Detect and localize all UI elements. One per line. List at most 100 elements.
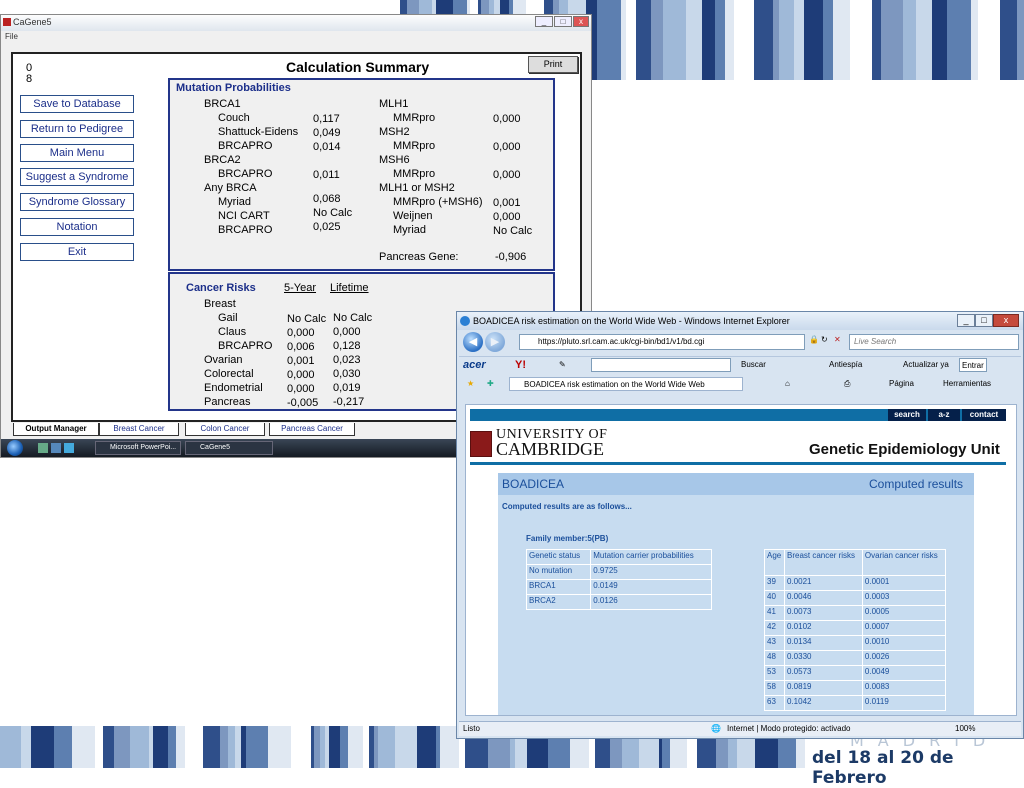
cambridge-crest-icon <box>470 431 492 457</box>
table-cell: 0.0003 <box>861 590 947 606</box>
pancreas-gene-label: Pancreas Gene: <box>379 251 459 263</box>
nav-az-link[interactable]: a-z <box>928 409 960 421</box>
notation-button[interactable]: Notation <box>20 218 134 236</box>
window-title: CaGene5 <box>13 17 52 27</box>
window-title: BOADICEA risk estimation on the World Wi… <box>473 316 790 326</box>
tab-boadicea[interactable]: BOADICEA risk estimation on the World Wi… <box>509 377 743 391</box>
table-header-row: Age Breast cancer risks Ovarian cancer r… <box>764 549 947 576</box>
table-row: 53 0.0573 0.0049 <box>764 665 947 681</box>
quicklaunch-ie-icon[interactable] <box>64 443 74 453</box>
model-value: 0,117 <box>313 113 340 125</box>
family-member-label: Family member:5(PB) <box>526 534 609 543</box>
table-row: 58 0.0819 0.0083 <box>764 680 947 696</box>
ie-titlebar: BOADICEA risk estimation on the World Wi… <box>457 312 1023 330</box>
maximize-icon[interactable]: □ <box>975 314 993 327</box>
risk-lifetime: 0,019 <box>333 382 361 394</box>
model-label: Weijnen <box>393 210 433 222</box>
table-cell: 39 <box>764 575 785 591</box>
quicklaunch-desktop-icon[interactable] <box>38 443 48 453</box>
close-icon[interactable]: x <box>993 314 1019 327</box>
herramientas-menu[interactable]: Herramientas <box>943 377 991 391</box>
model-label: BRCAPRO <box>218 224 273 236</box>
ie-window: BOADICEA risk estimation on the World Wi… <box>456 311 1024 739</box>
menu-file[interactable]: File <box>1 31 591 43</box>
column-header: Age <box>764 549 785 576</box>
return-to-pedigree-button[interactable]: Return to Pedigree <box>20 120 134 138</box>
pencil-icon[interactable]: ✎ <box>559 358 566 372</box>
quicklaunch-switch-icon[interactable] <box>51 443 61 453</box>
stop-icon[interactable]: ✕ <box>834 333 841 347</box>
model-label: Couch <box>218 112 250 124</box>
status-text: Listo <box>463 724 480 733</box>
suggest-syndrome-button[interactable]: Suggest a Syndrome <box>20 168 134 186</box>
actualizar-button[interactable]: Actualizar ya <box>903 358 949 372</box>
table-cell: 48 <box>764 650 785 666</box>
table-row: No mutation 0.9725 <box>525 564 712 580</box>
syndrome-glossary-button[interactable]: Syndrome Glossary <box>20 193 134 211</box>
close-icon[interactable]: x <box>573 16 589 27</box>
risk-lifetime: 0,030 <box>333 368 361 380</box>
table-cell: 53 <box>764 665 785 681</box>
taskbar-powerpoint-button[interactable]: Microsoft PowerPoi... <box>95 441 181 455</box>
table-cell: 0.0010 <box>861 635 947 651</box>
taskbar-cagene-button[interactable]: CaGene5 <box>185 441 273 455</box>
model-value: 0,000 <box>493 169 521 181</box>
address-bar[interactable]: https://pluto.srl.cam.ac.uk/cgi-bin/bd1/… <box>519 334 805 350</box>
model-label: BRCAPRO <box>218 140 273 152</box>
nav-search-link[interactable]: search <box>888 409 926 421</box>
tab-breast-cancer[interactable]: Breast Cancer <box>99 423 179 436</box>
pagina-menu[interactable]: Página <box>889 377 914 391</box>
minimize-icon[interactable]: _ <box>535 16 553 27</box>
model-label: BRCAPRO <box>218 168 273 180</box>
print-icon[interactable]: ⎙ <box>844 377 850 391</box>
code-bottom: 8 <box>26 73 33 85</box>
university-line2: CAMBRIDGE <box>496 439 605 459</box>
buscar-button[interactable]: Buscar <box>741 358 766 372</box>
minimize-icon[interactable]: _ <box>957 314 975 327</box>
risk-label: Endometrial <box>204 382 263 394</box>
gene-label: MLH1 <box>379 98 409 110</box>
table-cell: 0.0573 <box>784 665 863 681</box>
antiespia-button[interactable]: Antiespía <box>829 358 862 372</box>
yahoo-logo[interactable]: Y! <box>515 358 526 372</box>
model-value: 0,000 <box>493 211 521 223</box>
lock-icon[interactable]: 🔒 <box>809 333 819 347</box>
start-button-icon[interactable] <box>7 440 23 456</box>
maximize-icon[interactable]: □ <box>554 16 572 27</box>
table-cell: 0.0026 <box>861 650 947 666</box>
tab-pancreas-cancer[interactable]: Pancreas Cancer <box>269 423 355 436</box>
tab-colon-cancer[interactable]: Colon Cancer <box>185 423 265 436</box>
entrar-button[interactable]: Entrar <box>959 358 987 372</box>
favorites-star-icon[interactable]: ★ <box>467 377 474 391</box>
unit-title: Genetic Epidemiology Unit <box>809 441 1000 458</box>
add-favorites-icon[interactable]: ✚ <box>487 377 494 391</box>
main-menu-button[interactable]: Main Menu <box>20 144 134 162</box>
table-cell: 41 <box>764 605 785 621</box>
cagene-titlebar: CaGene5 _ □ x <box>1 15 591 31</box>
tab-output-manager[interactable]: Output Manager <box>13 423 99 436</box>
risk-lifetime: 0,128 <box>333 340 361 352</box>
search-input[interactable]: Live Search <box>849 334 1019 350</box>
model-label: MMRpro (+MSH6) <box>393 196 483 208</box>
risk-label: Gail <box>218 312 238 324</box>
header-rule <box>470 462 1006 465</box>
toolbar-search-field[interactable] <box>591 358 731 372</box>
risk-lifetime: 0,000 <box>333 326 361 338</box>
home-icon[interactable]: ⌂ <box>785 377 790 391</box>
save-to-database-button[interactable]: Save to Database <box>20 95 134 113</box>
model-label: MMRpro <box>393 112 436 124</box>
acer-logo: acer <box>463 359 486 371</box>
refresh-icon[interactable]: ↻ <box>821 333 828 347</box>
risk-lifetime: 0,023 <box>333 354 361 366</box>
zoom-level[interactable]: 100% <box>955 722 975 736</box>
back-icon[interactable]: ◀ <box>463 332 483 352</box>
risk-5yr: 0,006 <box>287 341 315 353</box>
table-row: 48 0.0330 0.0026 <box>764 650 947 666</box>
exit-button[interactable]: Exit <box>20 243 134 261</box>
table-cell: 0.0134 <box>784 635 863 651</box>
nav-contact-link[interactable]: contact <box>962 409 1006 421</box>
table-cell: 0.0001 <box>861 575 947 591</box>
forward-icon[interactable]: ▶ <box>485 332 505 352</box>
print-button[interactable]: Print <box>528 56 578 73</box>
boadicea-panel: BOADICEA Computed results Computed resul… <box>498 473 974 715</box>
